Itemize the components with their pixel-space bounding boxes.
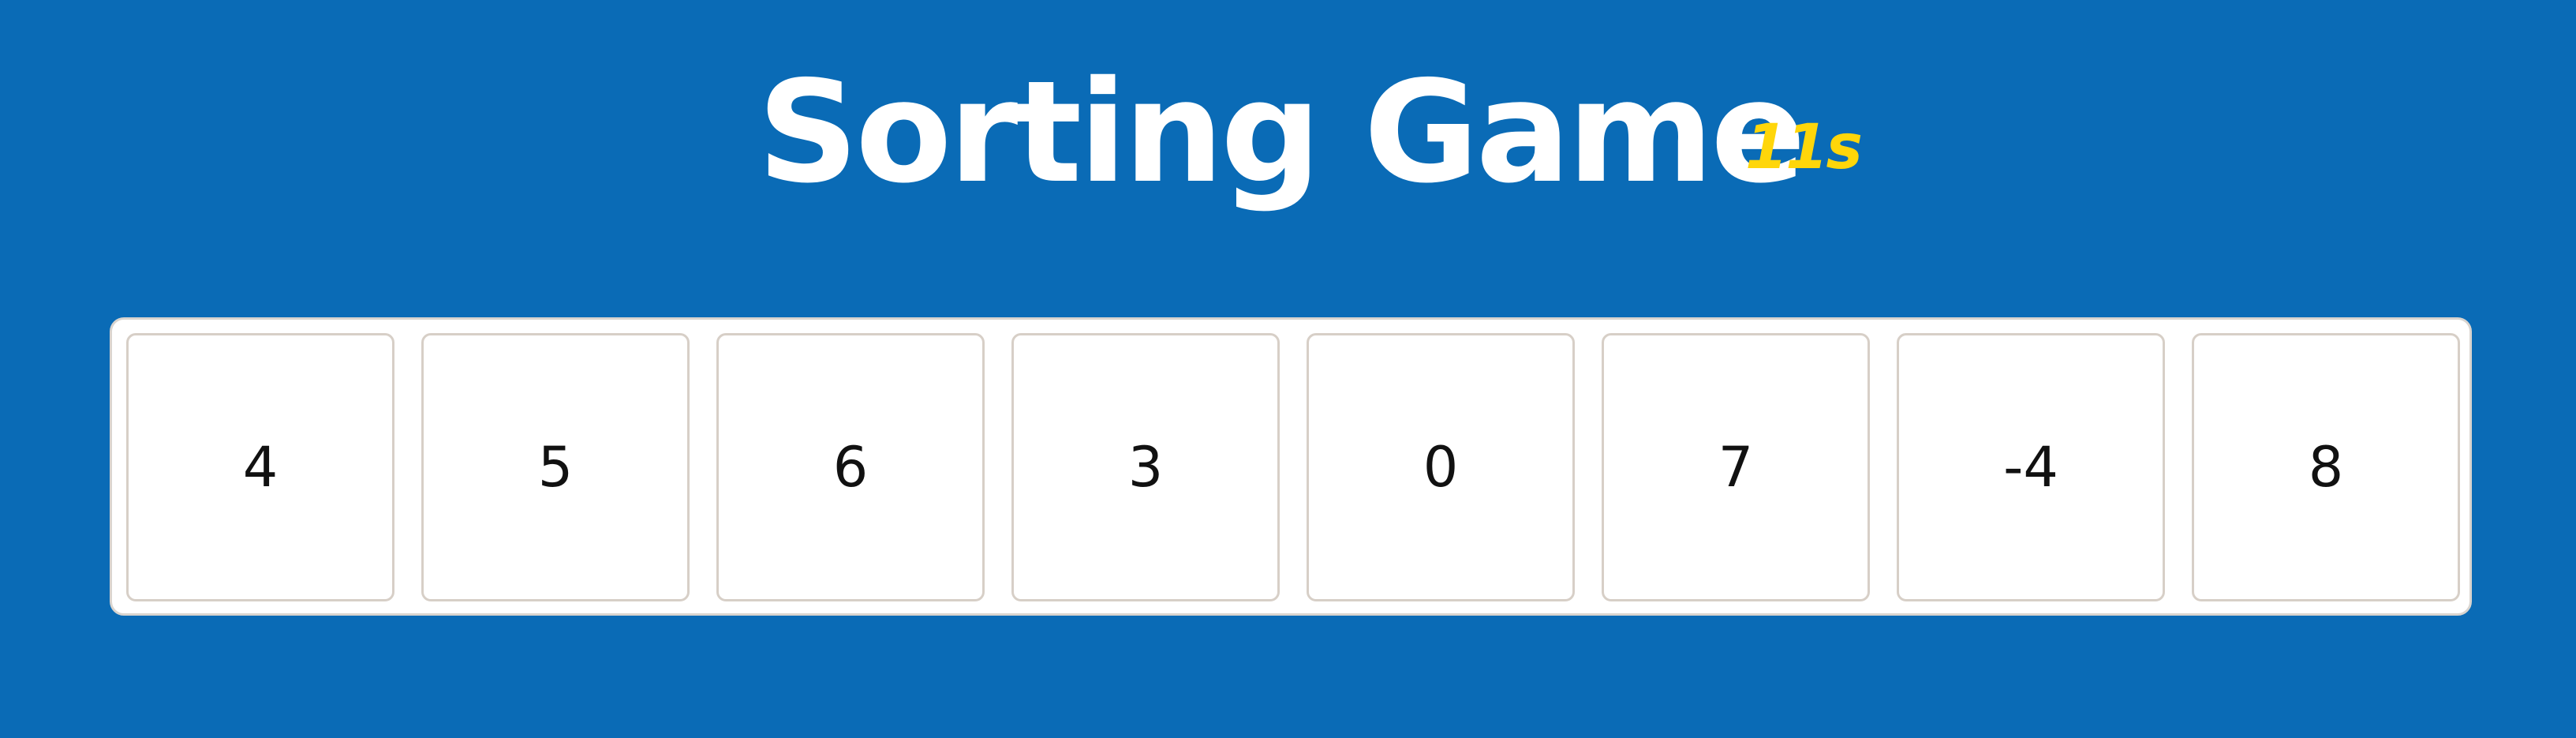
number-tile-4[interactable]: 3 (1011, 333, 1280, 601)
timer-display: 11s (1745, 112, 1863, 183)
number-tile-7[interactable]: -4 (1897, 333, 2165, 601)
page-title: Sorting Game (757, 51, 1806, 214)
number-tile-2[interactable]: 5 (421, 333, 690, 601)
sorting-board: 4 5 6 3 0 7 -4 8 (110, 317, 2472, 616)
game-header: Sorting Game 11s (0, 0, 2576, 237)
number-tile-8[interactable]: 8 (2192, 333, 2460, 601)
number-tile-1[interactable]: 4 (126, 333, 394, 601)
number-tile-3[interactable]: 6 (716, 333, 985, 601)
number-tile-6[interactable]: 7 (1602, 333, 1870, 601)
number-tile-5[interactable]: 0 (1307, 333, 1575, 601)
